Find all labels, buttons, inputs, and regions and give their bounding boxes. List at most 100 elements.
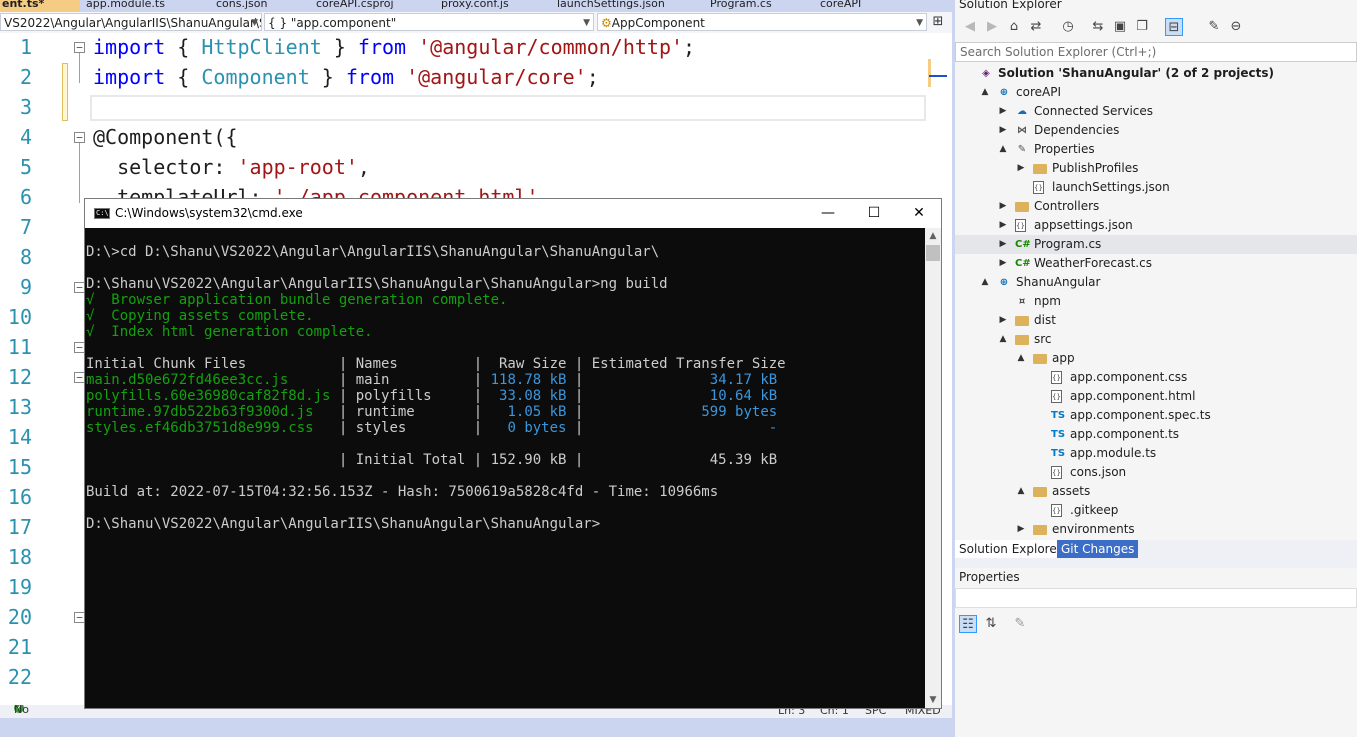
pending-changes-icon[interactable]: ◷ [1059,18,1077,36]
collapse-icon[interactable]: ▲ [980,83,990,102]
collapse-all-icon[interactable]: ▣ [1111,18,1129,36]
tree-item[interactable]: ¤ npm [955,292,1357,311]
home-icon[interactable]: ⌂ [1005,18,1023,36]
tree-item[interactable]: ▶ ☁ Connected Services [955,102,1357,121]
tree-item[interactable]: ▲ ⊕ coreAPI [955,83,1357,102]
code-line-5: selector: 'app-root', [93,155,370,179]
collapse-icon[interactable]: ▲ [998,140,1008,159]
expand-icon[interactable]: ▶ [1016,520,1026,539]
tab-app-module-ts[interactable]: app.module.ts [86,0,186,12]
tree-item[interactable]: {} cons.json [955,463,1357,482]
tab-solution-explorer[interactable]: Solution Explorer [955,540,1066,558]
add-split-icon[interactable]: ⊞ [929,13,947,31]
collapse-icon[interactable]: − [74,132,85,143]
member-dropdown[interactable]: ⚙AppComponent ▼ [597,13,927,31]
tree-item[interactable]: ▶ Controllers [955,197,1357,216]
properties-wrench-icon[interactable]: ✎ [1205,18,1223,36]
tree-item[interactable]: ▲ src [955,330,1357,349]
project-dropdown[interactable]: VS2022\Angular\AngularIIS\ShanuAngular\S… [0,13,262,31]
expand-icon[interactable]: ▶ [998,311,1008,330]
fold-guide [79,53,80,83]
expand-icon[interactable]: ▶ [998,216,1008,235]
tree-item[interactable]: {} app.component.html [955,387,1357,406]
file-icon: {} [1051,466,1062,479]
line-number: 3 [19,95,32,119]
show-all-files-icon[interactable]: ❐ [1133,18,1151,36]
tree-item[interactable]: ▲ app [955,349,1357,368]
expand-icon[interactable]: ▶ [998,254,1008,273]
alphabetical-icon[interactable]: ⇅ [982,615,1000,633]
switch-views-icon[interactable]: ⇄ [1027,18,1045,36]
sync-icon[interactable]: ⇆ [1089,18,1107,36]
tree-item[interactable]: {} .gitkeep [955,501,1357,520]
scroll-up-icon[interactable]: ▲ [925,228,941,244]
tree-item[interactable]: ▶ C# Program.cs [955,235,1357,254]
tab-coreapi-csproj[interactable]: coreAPI.csproj [316,0,426,12]
tree-item[interactable]: ◈ Solution 'ShanuAngular' (2 of 2 project… [955,64,1357,83]
tree-item-label: app.component.html [1070,389,1196,403]
close-icon[interactable]: ✕ [896,201,942,226]
scroll-down-icon[interactable]: ▼ [925,692,941,708]
tree-item[interactable]: TS app.component.ts [955,425,1357,444]
preview-selected-icon[interactable]: ⊟ [1165,18,1183,36]
scope-dropdown[interactable]: { } "app.component" ▼ [264,13,594,31]
expand-icon[interactable]: ▶ [998,197,1008,216]
tab-git-changes[interactable]: Git Changes [1057,540,1139,558]
cmd-output[interactable]: D:\>cd D:\Shanu\VS2022\Angular\AngularII… [85,228,925,708]
tab-proxy-conf-js[interactable]: proxy.conf.js [441,0,541,12]
tab-launchsettings-json[interactable]: launchSettings.json [557,0,687,12]
code-punct: } [309,65,346,89]
preview-icon[interactable]: ⊖ [1227,18,1245,36]
tree-item-label: Solution 'ShanuAngular' (2 of 2 projects… [998,66,1275,80]
tree-item[interactable]: ▶ environments [955,520,1357,539]
collapse-icon[interactable]: ▲ [1016,482,1026,501]
code-type: Component [201,65,310,89]
collapse-icon[interactable]: − [74,42,85,53]
categorized-icon[interactable]: ☷ [959,615,977,633]
solution-explorer-search[interactable]: Search Solution Explorer (Ctrl+;) [955,42,1357,62]
maximize-icon[interactable]: ☐ [851,201,897,226]
tree-item[interactable]: ▶ {} appsettings.json [955,216,1357,235]
cmd-title-bar[interactable]: C:\ C:\Windows\system32\cmd.exe — ☐ ✕ [85,199,941,228]
tree-item-label: Connected Services [1034,104,1154,118]
back-icon[interactable]: ◀ [961,18,979,36]
code-line-2: import { Component } from '@angular/core… [93,65,599,89]
solution-tree[interactable]: ◈ Solution 'ShanuAngular' (2 of 2 project… [955,63,1357,541]
tree-item[interactable]: ▲ assets [955,482,1357,501]
expand-icon[interactable]: ▶ [998,121,1008,140]
chunk-name: styles [347,420,474,436]
minimize-icon[interactable]: — [805,201,851,226]
tree-item[interactable]: ▲ ⊕ ShanuAngular [955,273,1357,292]
tree-item[interactable]: ▶ PublishProfiles [955,159,1357,178]
scroll-thumb[interactable] [926,245,940,261]
property-pages-icon[interactable]: ✎ [1011,615,1029,633]
forward-icon[interactable]: ▶ [983,18,1001,36]
tree-item[interactable]: ▶ dist [955,311,1357,330]
tree-item[interactable]: TS app.component.spec.ts [955,406,1357,425]
expand-icon[interactable]: ▶ [1016,159,1026,178]
expand-icon[interactable]: ▶ [998,235,1008,254]
properties-object-dropdown[interactable] [955,588,1357,608]
tree-item[interactable]: {} app.component.css [955,368,1357,387]
line-number: 6 [19,185,32,209]
tab-app-component-ts[interactable]: ent.ts* [0,0,80,12]
expand-icon[interactable]: ▶ [998,102,1008,121]
line-number: 15 [7,455,32,479]
collapse-icon[interactable]: ▲ [1016,349,1026,368]
cmd-scrollbar[interactable]: ▲ ▼ [925,228,941,708]
tab-coreapi[interactable]: coreAPI [820,0,900,12]
tree-item[interactable]: ▲ ✎ Properties [955,140,1357,159]
collapse-icon[interactable]: ▲ [980,273,990,292]
tree-item[interactable]: ▶ ⋈ Dependencies [955,121,1357,140]
tree-item[interactable]: TS app.module.ts [955,444,1357,463]
collapse-icon[interactable]: ▲ [998,330,1008,349]
tab-program-cs[interactable]: Program.cs [710,0,800,12]
tree-item-label: appsettings.json [1034,218,1133,232]
line-number: 12 [7,365,32,389]
code-line-1: import { HttpClient } from '@angular/com… [93,35,695,59]
properties-toolbar: ☷ ⇅ ✎ [955,612,1357,636]
tree-item[interactable]: {} launchSettings.json [955,178,1357,197]
tab-cons-json[interactable]: cons.json [216,0,306,12]
tree-item[interactable]: ▶ C# WeatherForecast.cs [955,254,1357,273]
cmd-window[interactable]: C:\ C:\Windows\system32\cmd.exe — ☐ ✕ D:… [84,198,942,709]
